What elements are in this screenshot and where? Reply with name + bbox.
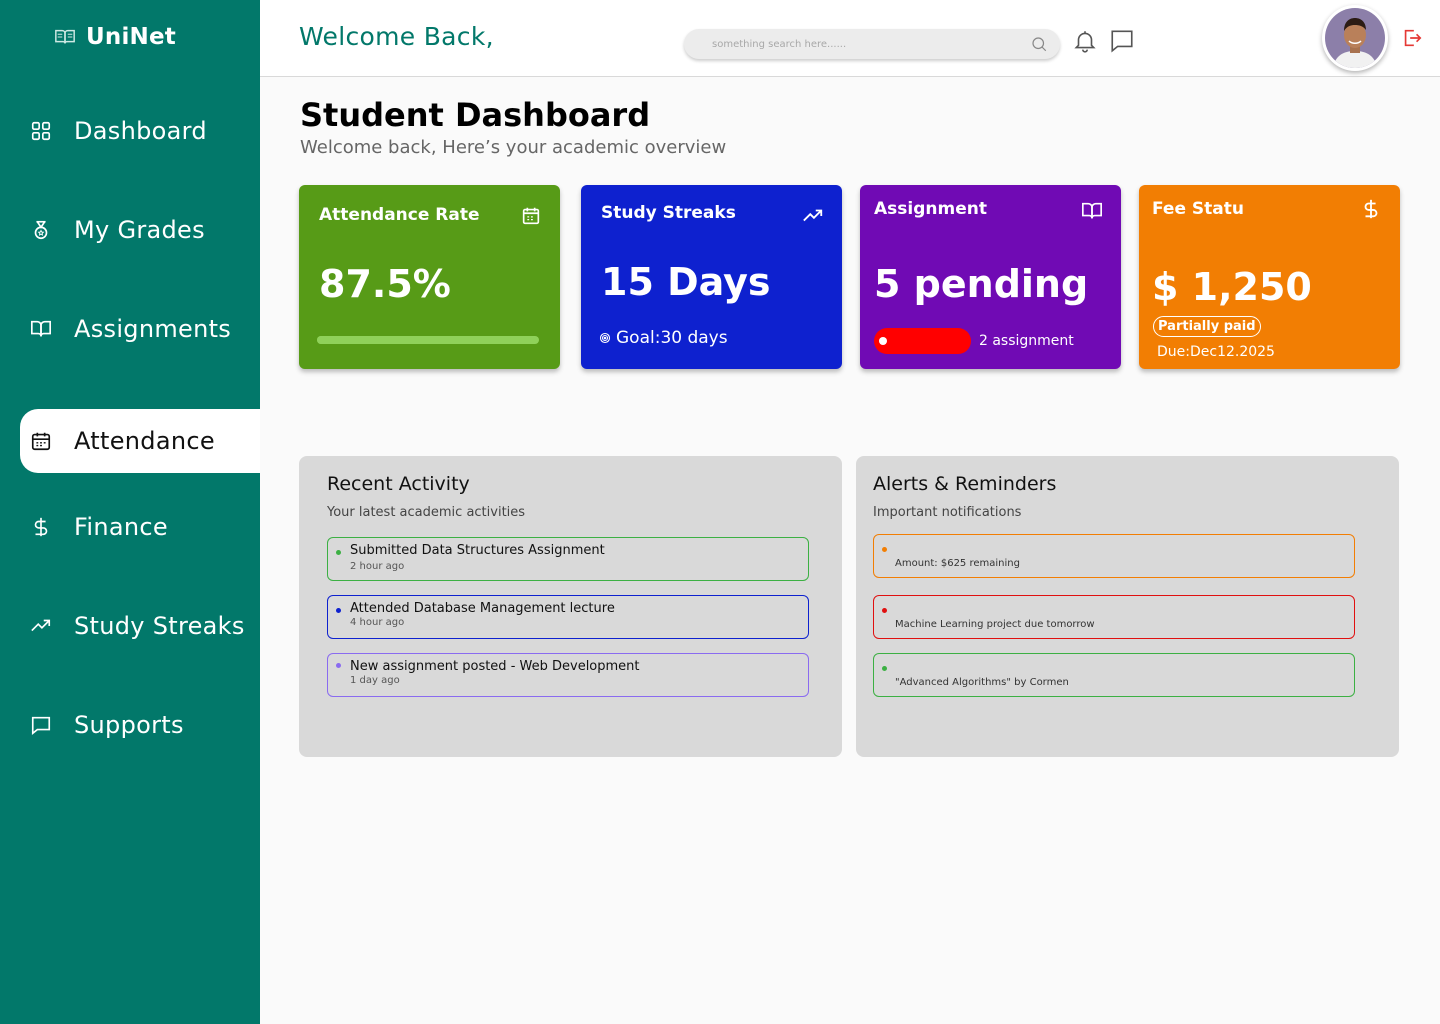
alert-item[interactable]: Amount: $625 remaining <box>873 534 1355 578</box>
activity-time: 1 day ago <box>350 675 400 686</box>
sidebar-item-label: Attendance <box>74 427 215 455</box>
top-header: Welcome Back, <box>260 0 1440 77</box>
status-dot <box>336 663 341 668</box>
activity-item[interactable]: Submitted Data Structures Assignment 2 h… <box>327 537 809 581</box>
panel-subtitle: Important notifications <box>873 505 1022 520</box>
sidebar-item-dashboard[interactable]: Dashboard <box>20 99 260 163</box>
bell-icon[interactable] <box>1072 28 1098 54</box>
assignment-note: 2 assignment <box>979 333 1074 349</box>
sidebar-item-label: Study Streaks <box>74 612 245 640</box>
card-title: Attendance Rate <box>319 205 480 225</box>
activity-title: Submitted Data Structures Assignment <box>350 543 605 558</box>
alert-text: Amount: $625 remaining <box>895 558 1020 569</box>
alert-text: Machine Learning project due tomorrow <box>895 619 1095 630</box>
attendance-value: 87.5% <box>319 262 451 306</box>
app-logo[interactable]: UniNet <box>54 24 176 50</box>
status-dot <box>882 666 887 671</box>
panel-title: Alerts & Reminders <box>873 473 1057 495</box>
activity-item[interactable]: New assignment posted - Web Development … <box>327 653 809 697</box>
message-icon <box>30 714 52 736</box>
book-icon <box>30 318 52 340</box>
sidebar-item-label: Supports <box>74 711 184 739</box>
search-bar[interactable] <box>684 29 1060 59</box>
sidebar-item-assignments[interactable]: Assignments <box>20 297 260 361</box>
sidebar-item-attendance[interactable]: Attendance <box>20 409 260 473</box>
alert-item[interactable]: "Advanced Algorithms" by Cormen <box>873 653 1355 697</box>
panel-subtitle: Your latest academic activities <box>327 505 526 520</box>
sidebar-item-label: Dashboard <box>74 117 207 145</box>
trending-up-icon <box>803 209 823 222</box>
avatar[interactable] <box>1322 5 1388 71</box>
alert-item[interactable]: Machine Learning project due tomorrow <box>873 595 1355 639</box>
sidebar-item-label: Finance <box>74 513 168 541</box>
activity-title: Attended Database Management lecture <box>350 601 615 616</box>
sidebar-item-label: Assignments <box>74 315 232 343</box>
alert-text: "Advanced Algorithms" by Cormen <box>895 677 1069 688</box>
fee-status-card[interactable]: Fee Statu $ 1,250 Partially paid Due:Dec… <box>1139 185 1400 369</box>
pending-value: 5 pending <box>874 262 1089 306</box>
attendance-progress <box>317 336 539 344</box>
calendar-icon <box>30 430 52 452</box>
calendar-icon <box>522 207 540 225</box>
sidebar-item-finance[interactable]: Finance <box>20 495 260 559</box>
progress-fill <box>317 336 512 344</box>
page-subtitle: Welcome back, Here’s your academic overv… <box>300 137 727 158</box>
trending-up-icon <box>30 615 52 637</box>
dollar-icon <box>1364 199 1378 219</box>
activity-time: 2 hour ago <box>350 561 405 572</box>
sidebar-item-study-streaks[interactable]: Study Streaks <box>20 594 260 658</box>
welcome-text: Welcome Back, <box>299 22 494 51</box>
dollar-icon <box>30 516 52 538</box>
page-title: Student Dashboard <box>300 96 651 134</box>
activity-item[interactable]: Attended Database Management lecture 4 h… <box>327 595 809 639</box>
sidebar-item-my-grades[interactable]: My Grades <box>20 198 260 262</box>
target-icon <box>599 332 611 344</box>
streak-value: 15 Days <box>601 260 771 304</box>
fee-value: $ 1,250 <box>1152 265 1312 309</box>
attendance-card[interactable]: Attendance Rate 87.5% <box>299 185 560 369</box>
logout-icon[interactable] <box>1401 27 1423 49</box>
search-icon[interactable] <box>1030 35 1048 53</box>
user-photo <box>1325 8 1385 68</box>
status-dot <box>882 547 887 552</box>
status-dot <box>882 608 887 613</box>
panel-title: Recent Activity <box>327 473 470 495</box>
sidebar-item-supports[interactable]: Supports <box>20 693 260 757</box>
card-title: Fee Statu <box>1152 199 1244 219</box>
recent-activity-panel: Recent Activity Your latest academic act… <box>299 456 842 757</box>
grid-icon <box>30 120 52 142</box>
card-title: Study Streaks <box>601 203 736 223</box>
status-dot <box>336 550 341 555</box>
app-name: UniNet <box>86 24 176 50</box>
book-icon <box>1082 202 1102 219</box>
streak-goal: Goal:30 days <box>599 328 728 348</box>
status-dot <box>336 608 341 613</box>
chat-icon[interactable] <box>1109 28 1135 54</box>
fee-status-badge: Partially paid <box>1153 316 1261 337</box>
study-streaks-card[interactable]: Study Streaks 15 Days Goal:30 days <box>581 185 842 369</box>
open-book-icon <box>55 29 75 44</box>
activity-time: 4 hour ago <box>350 617 405 628</box>
goal-text: Goal:30 days <box>616 328 728 348</box>
sidebar: UniNet Dashboard My Grades Assignments A… <box>0 0 260 1024</box>
sidebar-item-label: My Grades <box>74 216 205 244</box>
alerts-panel: Alerts & Reminders Important notificatio… <box>856 456 1399 757</box>
activity-title: New assignment posted - Web Development <box>350 659 640 674</box>
fee-due-date: Due:Dec12.2025 <box>1157 344 1275 360</box>
pending-indicator <box>874 328 971 354</box>
assignment-card[interactable]: Assignment 5 pending 2 assignment <box>860 185 1121 369</box>
card-title: Assignment <box>874 199 987 219</box>
search-input[interactable] <box>712 38 1030 50</box>
medal-icon <box>30 219 52 241</box>
